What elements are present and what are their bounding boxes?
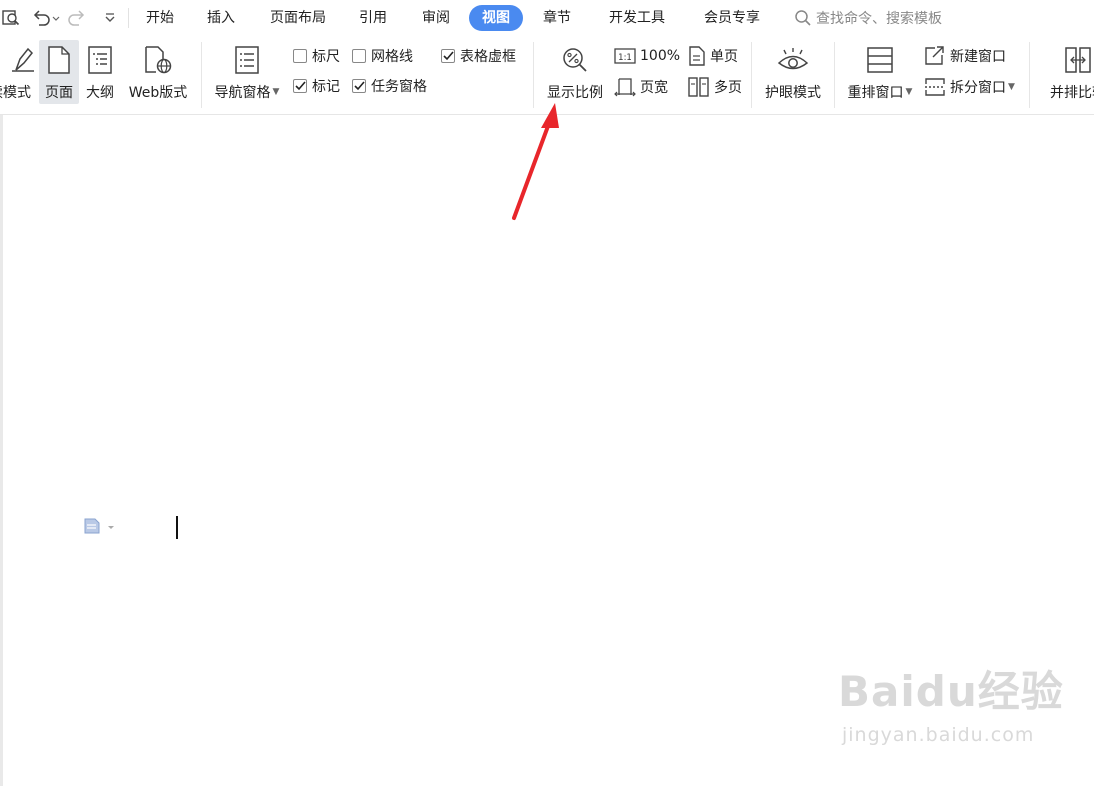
tab-chapter[interactable]: 章节 xyxy=(534,5,580,31)
ribbon-divider xyxy=(751,42,752,108)
read-mode-button[interactable]: 阅读模式 xyxy=(0,40,36,104)
undo-icon[interactable] xyxy=(30,6,62,30)
zoom-100-label: 100% xyxy=(640,48,681,64)
ruler-label: 标尺 xyxy=(312,49,340,65)
web-layout-button[interactable]: Web版式 xyxy=(124,40,192,104)
new-window-button[interactable]: 新建窗口 xyxy=(924,45,1006,67)
actual-size-icon: 1:1 xyxy=(614,48,636,64)
gridlines-label: 网格线 xyxy=(371,49,413,65)
task-pane-checkbox[interactable]: 任务窗格 xyxy=(352,76,427,96)
eye-protection-label: 护眼模式 xyxy=(765,85,821,101)
table-gridlines-label: 表格虚框 xyxy=(460,49,516,65)
search-icon xyxy=(795,10,811,26)
nav-pane-icon xyxy=(234,42,260,78)
side-by-side-button[interactable]: 并排比较 xyxy=(1038,40,1094,104)
ribbon-divider xyxy=(1029,42,1030,108)
checkbox-box[interactable] xyxy=(293,79,307,93)
tab-page-layout[interactable]: 页面布局 xyxy=(262,5,334,31)
watermark-brand: Baidu经验 xyxy=(838,667,1064,716)
page-view-button[interactable]: 页面 xyxy=(39,40,79,104)
eye-icon xyxy=(776,42,810,78)
zoom-icon xyxy=(560,42,590,78)
arrange-windows-icon xyxy=(866,42,894,78)
web-layout-label: Web版式 xyxy=(128,85,188,101)
check-icon xyxy=(294,81,306,91)
eye-protection-button[interactable]: 护眼模式 xyxy=(760,40,826,104)
split-window-label: 拆分窗口 xyxy=(950,80,1006,96)
svg-text:1:1: 1:1 xyxy=(618,53,632,63)
outline-view-label: 大纲 xyxy=(86,85,114,101)
menu-divider xyxy=(128,8,129,28)
ruler-checkbox[interactable]: 标尺 xyxy=(293,46,340,66)
multi-page-label: 多页 xyxy=(714,80,742,96)
read-mode-label: 阅读模式 xyxy=(0,85,31,101)
ribbon-divider xyxy=(533,42,534,108)
checkbox-box[interactable] xyxy=(441,49,455,63)
command-search[interactable]: 查找命令、搜索模板 xyxy=(794,5,942,31)
chevron-down-icon[interactable]: ▼ xyxy=(273,87,280,97)
side-by-side-icon xyxy=(1063,42,1093,78)
paragraph-layout-icon[interactable] xyxy=(84,518,114,534)
nav-pane-button[interactable]: 导航窗格 ▼ xyxy=(210,40,284,104)
check-icon xyxy=(442,51,454,61)
tab-references[interactable]: 引用 xyxy=(350,5,396,31)
checkbox-box[interactable] xyxy=(352,49,366,63)
marks-checkbox[interactable]: 标记 xyxy=(293,76,340,96)
task-pane-label: 任务窗格 xyxy=(371,79,427,95)
web-layout-icon xyxy=(143,42,173,78)
redo-icon[interactable] xyxy=(66,6,88,30)
nav-pane-label: 导航窗格 xyxy=(214,85,271,101)
page-width-icon xyxy=(614,78,636,97)
multi-page-button[interactable]: 多页 xyxy=(688,76,742,98)
gridlines-checkbox[interactable]: 网格线 xyxy=(352,46,413,66)
one-page-icon xyxy=(689,46,705,66)
pencil-icon xyxy=(0,42,36,78)
text-cursor xyxy=(176,516,178,539)
tab-member[interactable]: 会员专享 xyxy=(694,5,770,31)
print-preview-icon[interactable] xyxy=(0,6,22,30)
outline-icon xyxy=(87,42,113,78)
marks-label: 标记 xyxy=(312,79,340,95)
baidu-watermark: Baidu经验 jingyan.baidu.com xyxy=(838,667,1064,747)
view-ribbon: 阅读模式 页面 大纲 Web版式 导航窗格▼ 标尺 网格线 表格虚框 xyxy=(0,36,1094,115)
check-icon xyxy=(353,81,365,91)
page-width-label: 页宽 xyxy=(640,80,668,96)
checkbox-box[interactable] xyxy=(352,79,366,93)
page-width-button[interactable]: 页宽 xyxy=(614,76,668,98)
new-window-label: 新建窗口 xyxy=(950,49,1006,65)
display-ratio-label: 显示比例 xyxy=(547,85,603,101)
watermark-url: jingyan.baidu.com xyxy=(842,724,1035,746)
tab-view[interactable]: 视图 xyxy=(469,5,523,31)
split-window-button[interactable]: 拆分窗口 ▼ xyxy=(924,76,1015,98)
ribbon-divider xyxy=(834,42,835,108)
chevron-down-icon[interactable]: ▼ xyxy=(1008,82,1015,92)
page-icon xyxy=(47,42,71,78)
side-by-side-label: 并排比较 xyxy=(1050,85,1094,101)
one-page-button[interactable]: 单页 xyxy=(688,45,738,67)
arrange-windows-button[interactable]: 重排窗口 ▼ xyxy=(842,40,918,104)
ribbon-divider xyxy=(201,42,202,108)
multi-page-icon xyxy=(688,77,709,97)
new-window-icon xyxy=(925,46,944,65)
arrange-windows-label: 重排窗口 xyxy=(847,85,904,101)
zoom-100-button[interactable]: 1:1 100% xyxy=(614,45,680,67)
one-page-label: 单页 xyxy=(710,49,738,65)
table-gridlines-checkbox[interactable]: 表格虚框 xyxy=(441,46,516,66)
tab-review[interactable]: 审阅 xyxy=(413,5,459,31)
outline-view-button[interactable]: 大纲 xyxy=(82,40,118,104)
tab-home[interactable]: 开始 xyxy=(138,5,182,31)
chevron-down-icon[interactable]: ▼ xyxy=(906,87,913,97)
search-placeholder: 查找命令、搜索模板 xyxy=(816,11,942,27)
page-view-label: 页面 xyxy=(45,85,73,101)
checkbox-box[interactable] xyxy=(293,49,307,63)
tab-developer[interactable]: 开发工具 xyxy=(600,5,674,31)
page-edge xyxy=(0,115,3,786)
quick-access-menu-icon[interactable] xyxy=(100,6,120,30)
menu-bar: 开始 插入 页面布局 引用 审阅 视图 章节 开发工具 会员专享 查找命令、搜索… xyxy=(0,0,1094,36)
split-window-icon xyxy=(925,78,945,96)
tab-insert[interactable]: 插入 xyxy=(198,5,244,31)
display-ratio-button[interactable]: 显示比例 xyxy=(542,40,608,104)
